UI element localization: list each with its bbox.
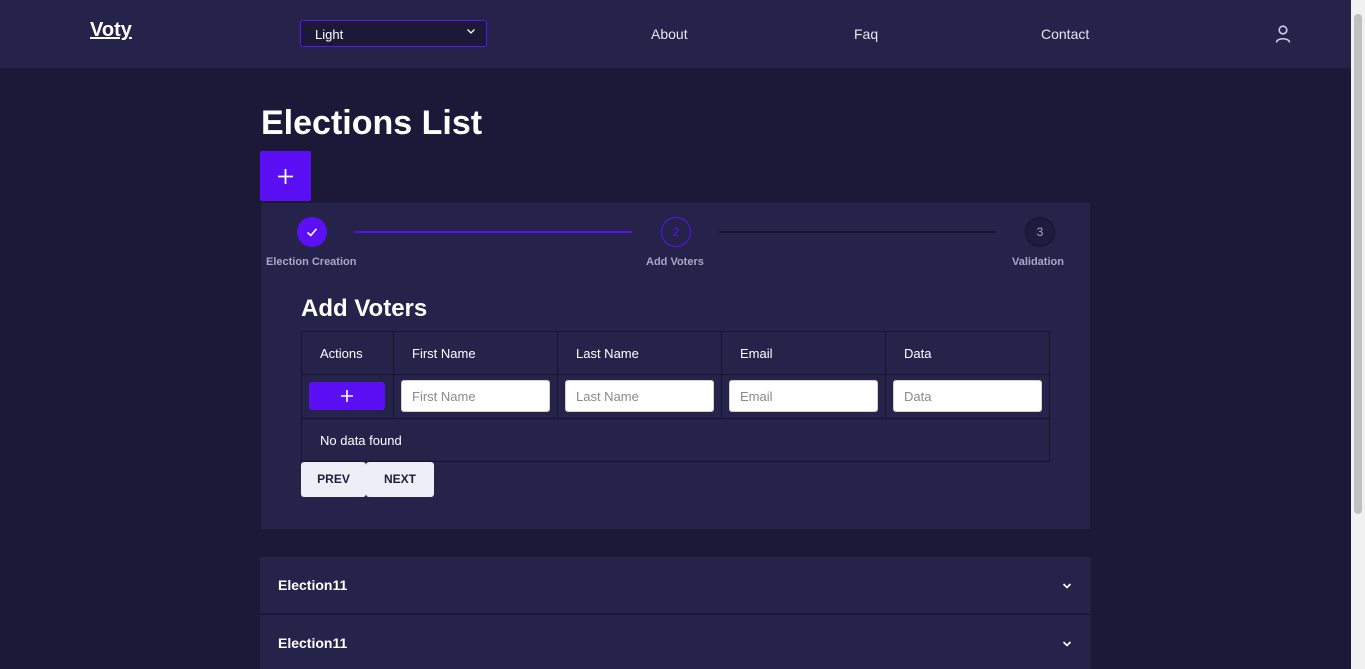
step-3-label: Validation <box>1012 256 1064 268</box>
election-wizard-card: Election Creation 2 Add Voters 3 Validat… <box>260 202 1091 530</box>
top-navbar: Voty Light About Faq Contact <box>0 0 1351 68</box>
add-voter-button[interactable] <box>309 382 385 410</box>
election-name: Election11 <box>278 635 348 651</box>
add-election-button[interactable] <box>260 151 311 201</box>
first-name-input[interactable] <box>401 380 550 412</box>
theme-select[interactable]: Light <box>300 20 487 47</box>
election-accordion-item[interactable]: Election11 <box>260 615 1091 669</box>
chevron-down-icon <box>1062 641 1072 647</box>
theme-select-value: Light <box>315 27 344 42</box>
empty-row: No data found <box>302 419 1049 461</box>
column-header-email[interactable]: Email <box>740 346 773 361</box>
new-voter-row <box>302 375 1049 419</box>
column-header-first-name[interactable]: First Name <box>412 346 476 361</box>
step-1-label: Election Creation <box>266 256 357 268</box>
column-header-data[interactable]: Data <box>904 346 931 361</box>
nav-link-about[interactable]: About <box>651 26 688 42</box>
column-header-actions: Actions <box>320 346 363 361</box>
page-title: Elections List <box>261 104 483 142</box>
plus-icon <box>278 169 293 184</box>
column-header-last-name[interactable]: Last Name <box>576 346 639 361</box>
voters-table: Actions First Name Last Name Email Data <box>301 331 1050 462</box>
step-3-circle: 3 <box>1025 217 1055 247</box>
chevron-down-icon <box>467 29 475 34</box>
email-input[interactable] <box>729 380 878 412</box>
election-name: Election11 <box>278 577 348 593</box>
empty-message: No data found <box>320 433 402 448</box>
plus-icon <box>341 390 353 402</box>
nav-link-contact[interactable]: Contact <box>1041 26 1089 42</box>
check-icon <box>306 228 318 237</box>
chevron-down-icon <box>1062 583 1072 589</box>
election-accordion-item[interactable]: Election11 <box>260 557 1091 614</box>
prev-button[interactable]: PREV <box>301 462 366 497</box>
table-header-row: Actions First Name Last Name Email Data <box>302 332 1049 375</box>
nav-link-faq[interactable]: Faq <box>854 26 878 42</box>
last-name-input[interactable] <box>565 380 714 412</box>
data-input[interactable] <box>893 380 1042 412</box>
step-connector-2 <box>719 231 996 233</box>
user-icon[interactable] <box>1274 24 1292 44</box>
scrollbar-thumb[interactable] <box>1354 14 1362 514</box>
brand-logo[interactable]: Voty <box>90 19 132 42</box>
page-scrollbar[interactable] <box>1351 0 1365 669</box>
step-connector-1 <box>355 231 632 233</box>
add-voters-title: Add Voters <box>301 295 428 322</box>
step-1-circle <box>297 217 327 247</box>
step-2-label: Add Voters <box>646 256 704 268</box>
step-2-circle: 2 <box>661 217 691 247</box>
next-button[interactable]: NEXT <box>366 462 434 497</box>
